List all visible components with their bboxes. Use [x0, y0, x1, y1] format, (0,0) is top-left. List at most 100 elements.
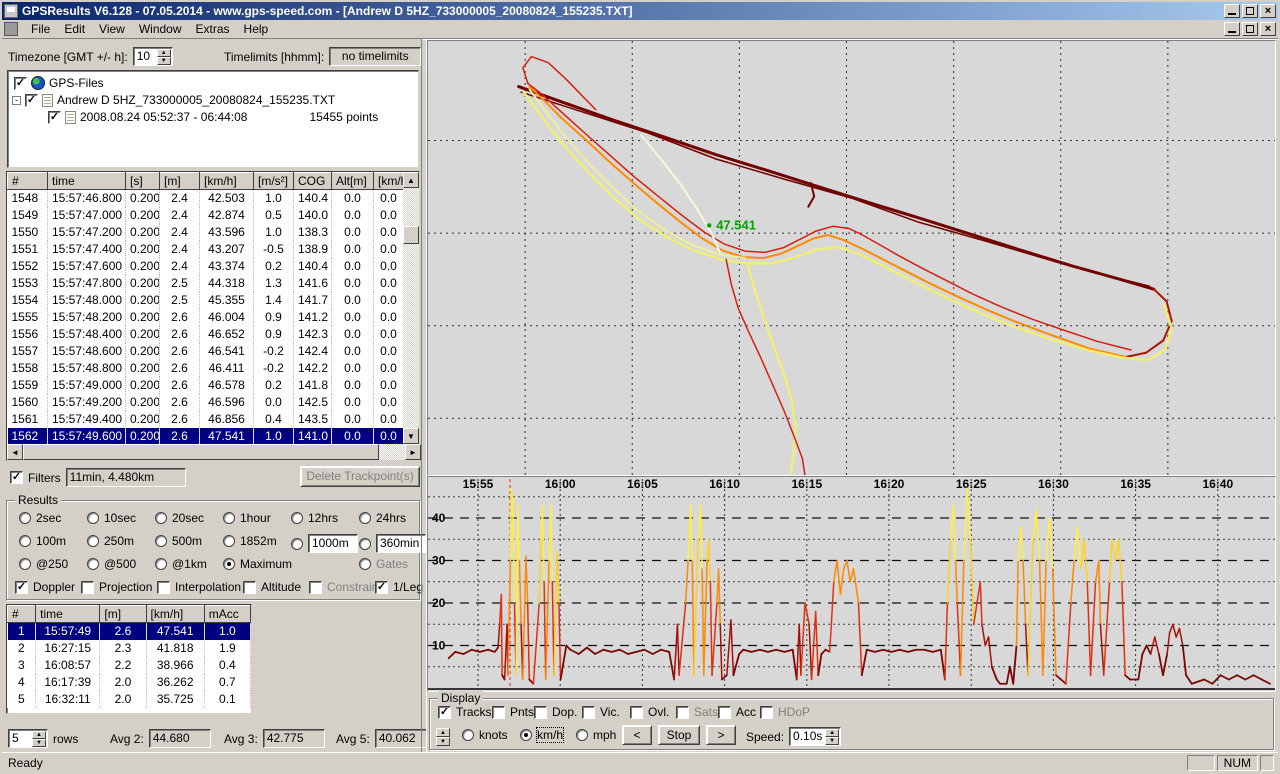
unit-radio-knots[interactable]: knots — [462, 728, 508, 742]
radio-icon[interactable] — [223, 512, 235, 524]
restore-button[interactable] — [1242, 4, 1258, 18]
result-row[interactable]: 316:08:572.238.9660.4 — [8, 657, 251, 674]
col-header[interactable]: Alt[m] — [332, 173, 374, 190]
display-check-vic[interactable]: Vic. — [582, 705, 620, 719]
speed-up-icon[interactable]: ▲ — [825, 729, 839, 737]
display-check-hdop[interactable]: HDoP — [760, 705, 810, 719]
radio-icon[interactable] — [291, 538, 303, 550]
delete-trackpoints-button[interactable]: Delete Trackpoint(s) — [300, 466, 420, 487]
table-row[interactable]: 156215:57:49.6000.2002.647.5411.0141.00.… — [8, 428, 404, 445]
radio-1852m[interactable]: 1852m — [223, 534, 277, 548]
radio-1hour[interactable]: 1hour — [223, 511, 271, 525]
speed-input[interactable]: 0.10s ▲▼ — [789, 727, 841, 746]
table-row[interactable]: 155015:57:47.2000.2002.443.5961.0138.30.… — [8, 224, 404, 241]
table-hscrollbar[interactable]: ◄ ► — [7, 444, 421, 460]
table-row[interactable]: 155415:57:48.0000.2002.545.3551.4141.70.… — [8, 292, 404, 309]
checkbox-icon[interactable] — [157, 581, 170, 594]
table-row[interactable]: 155115:57:47.4000.2002.443.207-0.5138.90… — [8, 241, 404, 258]
checkbox-icon[interactable]: ✓ — [15, 581, 28, 594]
unit-radio-kmh[interactable]: km/h — [520, 728, 563, 742]
child-close-button[interactable]: × — [1260, 22, 1276, 36]
timelimits-value[interactable]: no timelimits — [329, 47, 421, 66]
menu-view[interactable]: View — [92, 20, 132, 38]
step-back-button[interactable]: < — [622, 725, 652, 745]
radio-icon[interactable] — [223, 535, 235, 547]
scroll-up-icon[interactable]: ▲ — [403, 172, 419, 188]
radio-icon[interactable] — [19, 535, 31, 547]
radio-icon[interactable] — [155, 558, 167, 570]
tree-session-row[interactable]: ✓ 2008.08.24 05:52:37 - 06:44:08 15455 p… — [48, 109, 378, 125]
vscroll-thumb[interactable] — [403, 226, 419, 244]
radio-1km[interactable]: @1km — [155, 557, 207, 571]
checkbox-icon[interactable] — [582, 706, 595, 719]
table-row[interactable]: 154815:57:46.8000.2002.442.5031.0140.40.… — [8, 190, 404, 207]
radio-custom4[interactable]: 1000m — [291, 534, 358, 553]
display-check-tracks[interactable]: ✓Tracks — [438, 705, 492, 719]
display-check-dop[interactable]: Dop. — [534, 705, 577, 719]
col-header[interactable]: # — [8, 606, 36, 623]
checkbox-icon[interactable] — [676, 706, 689, 719]
result-row[interactable]: 216:27:152.341.8181.9 — [8, 640, 251, 657]
rows-input[interactable]: 5 ▲▼ — [8, 729, 48, 748]
table-row[interactable]: 155315:57:47.8000.2002.544.3181.3141.60.… — [8, 275, 404, 292]
timezone-down-icon[interactable]: ▼ — [157, 57, 171, 65]
radio-custom5[interactable]: 360min — [359, 534, 426, 553]
col-header[interactable]: # — [8, 173, 48, 190]
check-constrain[interactable]: Constrain — [309, 580, 378, 594]
check-altitude[interactable]: Altitude — [243, 580, 301, 594]
timezone-input[interactable]: 10 ▲▼ — [133, 47, 173, 66]
table-vscrollbar[interactable]: ▲ ▼ — [403, 172, 419, 444]
checkbox-icon[interactable] — [630, 706, 643, 719]
check-doppler[interactable]: ✓Doppler — [15, 580, 75, 594]
root-checkbox[interactable]: ✓ — [14, 77, 27, 90]
offset-down-icon[interactable]: ▼ — [436, 737, 450, 746]
result-row[interactable]: 416:17:392.036.2620.7 — [8, 674, 251, 691]
checkbox-icon[interactable] — [760, 706, 773, 719]
tree-file-row[interactable]: - ✓ Andrew D 5HZ_733000005_20080824_1552… — [12, 92, 335, 108]
timezone-up-icon[interactable]: ▲ — [157, 49, 171, 57]
table-row[interactable]: 156115:57:49.4000.2002.646.8560.4143.50.… — [8, 411, 404, 428]
check-1leg[interactable]: ✓1/Leg — [375, 580, 423, 594]
col-header[interactable]: [km/h] — [146, 606, 204, 623]
speed-down-icon[interactable]: ▼ — [825, 737, 839, 745]
trackpoint-table[interactable]: #time[s][m][km/h][m/s²]COGAlt[m][km/h154… — [7, 172, 404, 445]
radio-maximum[interactable]: Maximum — [223, 557, 292, 571]
checkbox-icon[interactable] — [309, 581, 322, 594]
checkbox-icon[interactable] — [534, 706, 547, 719]
child-restore-button[interactable] — [1242, 22, 1258, 36]
document-icon[interactable] — [4, 22, 18, 36]
col-header[interactable]: [m] — [100, 606, 146, 623]
display-check-sats[interactable]: Sats — [676, 705, 718, 719]
radio-100m[interactable]: 100m — [19, 534, 66, 548]
radio-icon[interactable] — [576, 729, 588, 741]
child-minimize-button[interactable] — [1224, 22, 1240, 36]
menu-extras[interactable]: Extras — [189, 20, 237, 38]
results-table[interactable]: #time[m][km/h]mAcc115:57:492.647.5411.02… — [7, 605, 251, 708]
radio-icon[interactable] — [87, 558, 99, 570]
radio-icon[interactable] — [359, 558, 371, 570]
radio-icon[interactable] — [155, 535, 167, 547]
stop-button[interactable]: Stop — [658, 725, 700, 745]
step-forward-button[interactable]: > — [706, 725, 736, 745]
col-header[interactable]: [km/h] — [200, 173, 254, 190]
radio-20sec[interactable]: 20sec — [155, 511, 204, 525]
minimize-button[interactable] — [1224, 4, 1240, 18]
col-header[interactable]: [m] — [160, 173, 200, 190]
file-checkbox[interactable]: ✓ — [25, 94, 38, 107]
checkbox-icon[interactable]: ✓ — [375, 581, 388, 594]
scroll-right-icon[interactable]: ► — [405, 444, 421, 460]
radio-icon[interactable] — [520, 729, 532, 741]
radio-icon[interactable] — [462, 729, 474, 741]
menu-help[interactable]: Help — [237, 20, 276, 38]
radio-icon[interactable] — [155, 512, 167, 524]
table-row[interactable]: 155715:57:48.6000.2002.646.541-0.2142.40… — [8, 343, 404, 360]
checkbox-icon[interactable] — [492, 706, 505, 719]
col-header[interactable]: [km/h — [374, 173, 404, 190]
radio-icon[interactable] — [359, 512, 371, 524]
display-check-ovl[interactable]: Ovl. — [630, 705, 669, 719]
checkbox-icon[interactable] — [243, 581, 256, 594]
table-row[interactable]: 155215:57:47.6000.2002.443.3740.2140.40.… — [8, 258, 404, 275]
checkbox-icon[interactable] — [718, 706, 731, 719]
checkbox-icon[interactable] — [81, 581, 94, 594]
radio-icon[interactable] — [223, 558, 235, 570]
